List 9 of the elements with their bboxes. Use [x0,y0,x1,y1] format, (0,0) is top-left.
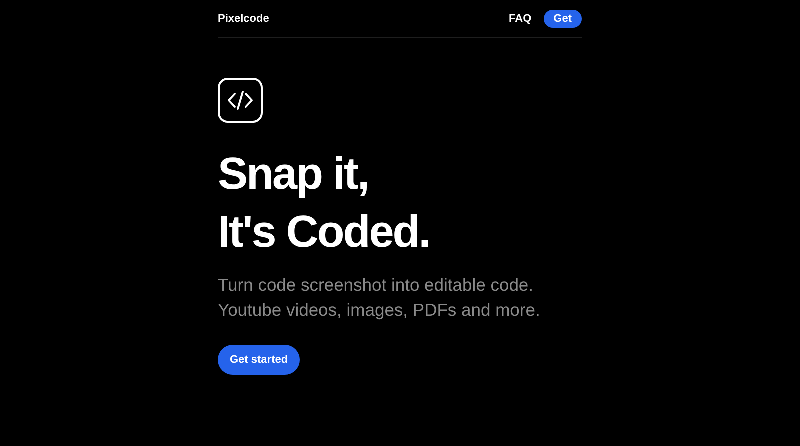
code-icon [218,78,263,123]
get-started-button[interactable]: Get started [218,345,300,375]
subtitle: Youtube videos, images, PDFs and more. [218,299,540,322]
faq-link[interactable]: FAQ [509,12,532,24]
subtitle: Turn code screenshot into editable code. [218,274,534,297]
headline: Snap it, [218,147,369,201]
logo-text: Pixelcode [218,12,270,24]
headline: It's Coded. [218,205,430,259]
get-button[interactable]: Get [544,10,582,28]
